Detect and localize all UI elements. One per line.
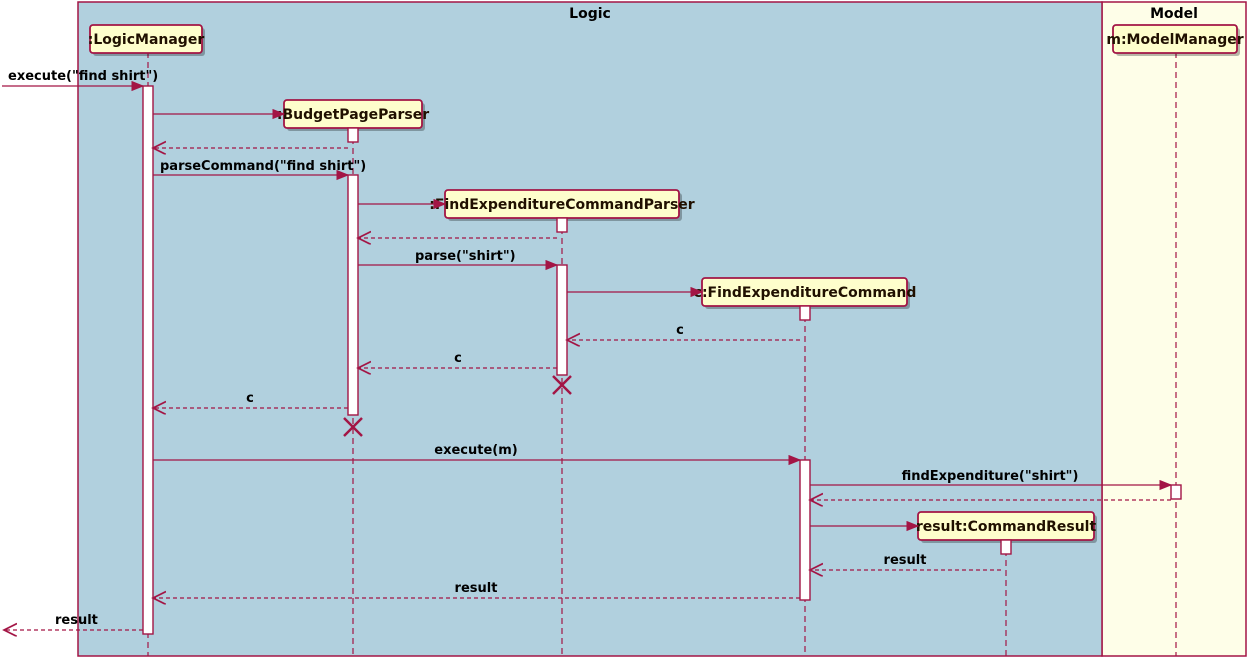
msg-return-result3-label: result bbox=[55, 613, 98, 628]
msg-find-expenditure-label: findExpenditure("shirt") bbox=[902, 469, 1079, 484]
msg-return-c1-label: c bbox=[676, 323, 684, 338]
participant-model-manager-label: m:ModelManager bbox=[1106, 32, 1243, 48]
sequence-diagram: Model Logic :LogicManager :BudgetPagePar… bbox=[0, 0, 1257, 664]
frame-model-title: Model bbox=[1150, 6, 1198, 22]
msg-execute-find-shirt-label: execute("find shirt") bbox=[8, 69, 158, 84]
msg-parse-label: parse("shirt") bbox=[415, 249, 516, 264]
activation-cr-create bbox=[1001, 540, 1011, 554]
msg-parse-command-label: parseCommand("find shirt") bbox=[160, 159, 366, 174]
activation-fep-parse bbox=[557, 265, 567, 375]
msg-execute-m-label: execute(m) bbox=[434, 443, 517, 458]
msg-return-c2-label: c bbox=[454, 351, 462, 366]
msg-return-c3-label: c bbox=[246, 391, 254, 406]
frame-model bbox=[1102, 2, 1246, 656]
diagram-svg: Model Logic :LogicManager :BudgetPagePar… bbox=[0, 0, 1257, 664]
activation-bpp-parse bbox=[348, 175, 358, 415]
activation-bpp-create bbox=[348, 128, 358, 142]
participant-budget-page-parser-label: :BudgetPageParser bbox=[277, 107, 429, 123]
participant-find-exp-parser-label: :FindExpenditureCommandParser bbox=[429, 197, 694, 213]
participant-find-exp-command-label: c:FindExpenditureCommand bbox=[694, 285, 917, 301]
msg-return-result2-label: result bbox=[455, 581, 498, 596]
participant-command-result-label: result:CommandResult bbox=[916, 519, 1097, 535]
activation-fep-create bbox=[557, 218, 567, 232]
frame-logic-title: Logic bbox=[569, 6, 611, 22]
frame-logic bbox=[78, 2, 1102, 656]
activation-fec-create bbox=[800, 306, 810, 320]
msg-return-result1-label: result bbox=[884, 553, 927, 568]
activation-fec-exec bbox=[800, 460, 810, 600]
activation-logic-manager bbox=[143, 86, 153, 634]
activation-mm-find bbox=[1171, 485, 1181, 499]
participant-logic-manager-label: :LogicManager bbox=[88, 32, 205, 48]
